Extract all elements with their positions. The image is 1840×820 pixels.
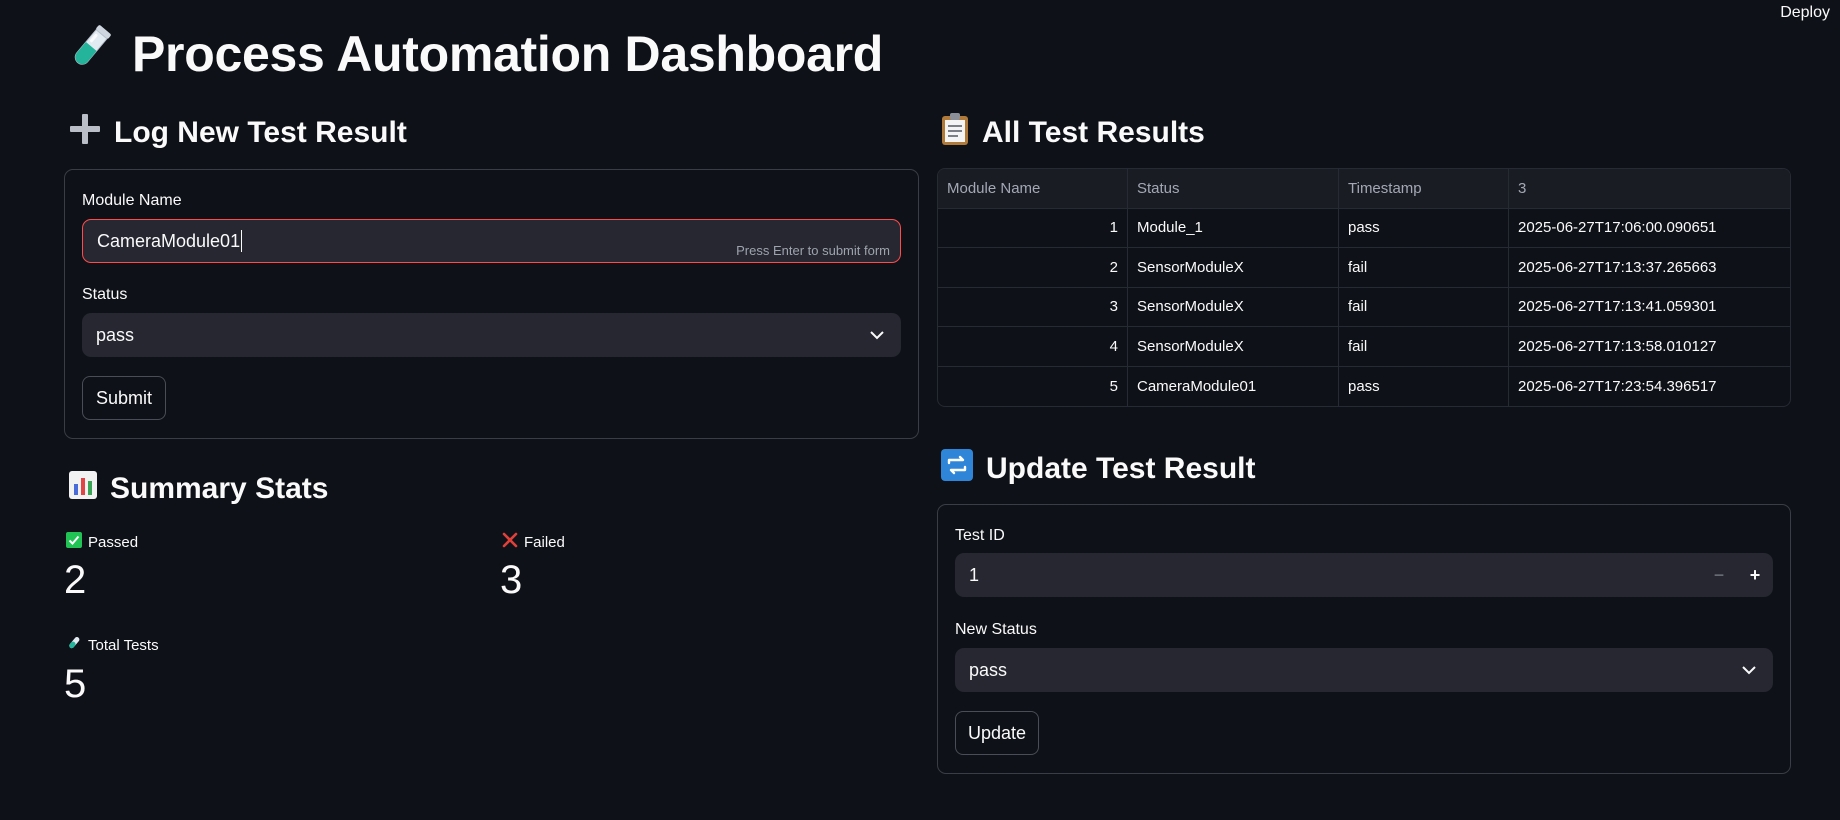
chevron-down-icon — [1739, 660, 1759, 680]
table-cell: SensorModuleX — [1128, 287, 1339, 326]
increment-button[interactable]: + — [1737, 553, 1773, 597]
new-status-select-value: pass — [969, 659, 1008, 680]
new-status-label: New Status — [955, 621, 1037, 638]
update-section-heading: Update Test Result — [940, 448, 1256, 490]
chevron-down-icon — [867, 325, 887, 345]
log-section-heading: Log New Test Result — [68, 112, 407, 154]
test-id-label: Test ID — [955, 527, 1005, 544]
module-name-input[interactable]: CameraModule01 Press Enter to submit for… — [82, 219, 901, 263]
module-name-value: CameraModule01 — [97, 230, 241, 251]
update-button[interactable]: Update — [955, 711, 1039, 755]
total-metric-label: Total Tests — [66, 635, 159, 655]
table-cell: 2025-06-27T17:23:54.396517 — [1518, 377, 1717, 395]
table-cell: Module_1 — [1128, 208, 1339, 247]
table-cell: 3 — [938, 287, 1128, 326]
results-table[interactable]: Module Name Status Timestamp 3 1 Module_… — [937, 168, 1791, 407]
test-id-stepper: − + — [1701, 553, 1773, 597]
failed-label-text: Failed — [524, 533, 565, 551]
test-id-input[interactable]: 1 − + — [955, 553, 1773, 597]
table-cell: 2025-06-27T17:13:37.265663 — [1518, 258, 1717, 276]
repeat-icon — [940, 448, 974, 490]
table-cell: 2025-06-27T17:13:58.010127 — [1518, 337, 1717, 355]
table-cell: CameraModule01 — [1128, 366, 1339, 406]
status-select[interactable]: pass — [82, 313, 901, 357]
table-cell: 2025-06-27T17:06:00.090651 — [1518, 219, 1717, 237]
new-status-select[interactable]: pass — [955, 648, 1773, 692]
table-row[interactable]: 5 CameraModule01 pass 2025-06-27T17:23:5… — [938, 366, 1790, 406]
table-cell: SensorModuleX — [1128, 327, 1339, 366]
table-cell: 2025-06-27T17:13:41.059301 — [1518, 298, 1717, 316]
status-label: Status — [82, 286, 128, 303]
module-name-label: Module Name — [82, 192, 182, 209]
column-header[interactable]: Timestamp — [1339, 169, 1509, 208]
table-cell: fail — [1339, 327, 1509, 366]
test-tube-icon — [64, 22, 116, 86]
column-header[interactable]: 3 — [1509, 169, 1790, 208]
table-cell: fail — [1339, 287, 1509, 326]
summary-section-heading: Summary Stats — [68, 470, 328, 508]
status-select-value: pass — [96, 324, 135, 345]
page-title-text: Process Automation Dashboard — [132, 26, 883, 82]
decrement-button[interactable]: − — [1701, 553, 1737, 597]
test-tube-icon — [66, 635, 82, 655]
submit-button[interactable]: Submit — [82, 376, 166, 420]
total-label-text: Total Tests — [88, 636, 159, 654]
deploy-button[interactable]: Deploy — [1780, 4, 1830, 22]
table-cell: 5 — [938, 366, 1128, 406]
column-header[interactable]: Status — [1128, 169, 1339, 208]
table-row[interactable]: 1 Module_1 pass 2025-06-27T17:06:00.0906… — [938, 208, 1790, 248]
table-cell: fail — [1339, 248, 1509, 287]
log-form — [64, 169, 919, 439]
passed-metric-value: 2 — [64, 558, 87, 602]
results-section-heading: All Test Results — [940, 112, 1205, 154]
table-row[interactable]: 2 SensorModuleX fail 2025-06-27T17:13:37… — [938, 248, 1790, 288]
column-header[interactable]: Module Name — [938, 169, 1128, 208]
cross-mark-icon — [502, 532, 518, 552]
table-cell: SensorModuleX — [1128, 248, 1339, 287]
table-cell: pass — [1339, 208, 1509, 247]
plus-icon — [68, 112, 102, 154]
table-row[interactable]: 4 SensorModuleX fail 2025-06-27T17:13:58… — [938, 327, 1790, 367]
table-header-row: Module Name Status Timestamp 3 — [938, 169, 1790, 209]
update-section-heading-text: Update Test Result — [986, 452, 1256, 485]
results-section-heading-text: All Test Results — [982, 116, 1205, 149]
page-title: Process Automation Dashboard — [64, 22, 883, 86]
text-caret — [241, 230, 243, 252]
failed-metric-value: 3 — [500, 558, 523, 602]
table-cell: 1 — [938, 208, 1128, 247]
test-id-value: 1 — [969, 564, 980, 585]
check-mark-icon — [66, 532, 82, 552]
passed-metric-label: Passed — [66, 532, 138, 552]
clipboard-icon — [940, 112, 970, 154]
module-name-hint: Press Enter to submit form — [736, 243, 890, 258]
table-cell: 2 — [938, 248, 1128, 287]
table-row[interactable]: 3 SensorModuleX fail 2025-06-27T17:13:41… — [938, 287, 1790, 327]
failed-metric-label: Failed — [502, 532, 565, 552]
table-cell: pass — [1339, 366, 1509, 406]
table-cell: 4 — [938, 327, 1128, 366]
update-form — [937, 504, 1791, 774]
passed-label-text: Passed — [88, 533, 139, 551]
log-section-heading-text: Log New Test Result — [114, 116, 407, 149]
summary-section-heading-text: Summary Stats — [110, 472, 329, 505]
total-metric-value: 5 — [64, 662, 87, 706]
bar-chart-icon — [68, 470, 98, 508]
